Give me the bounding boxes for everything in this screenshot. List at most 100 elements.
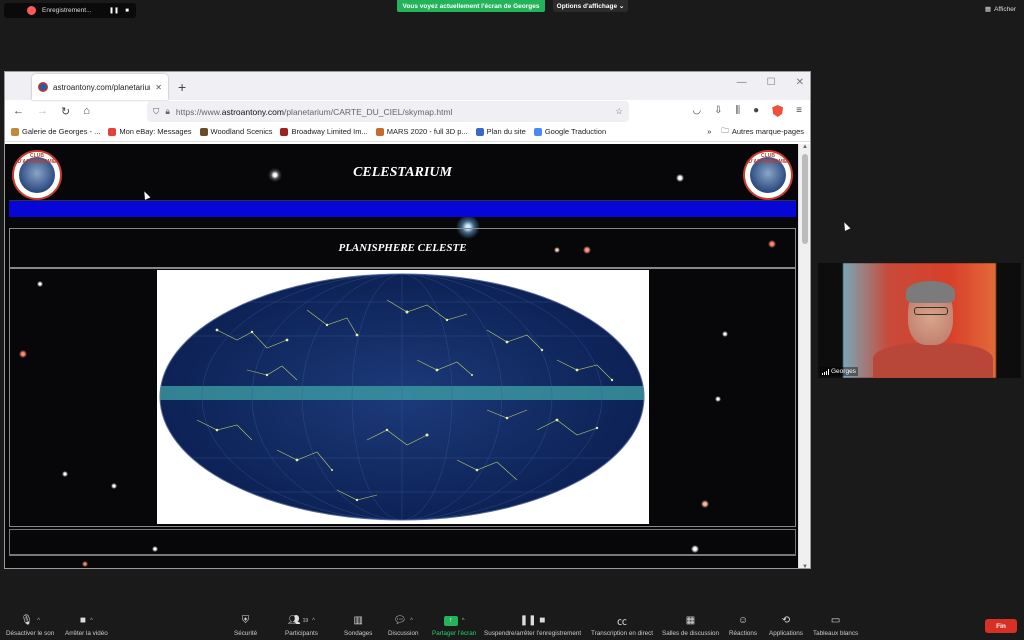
recording-icon — [27, 6, 36, 15]
pause-recording-button[interactable]: ❚❚ ■ Suspendre/arrêter l'enregistrement — [484, 614, 581, 637]
glasses — [914, 307, 948, 315]
zoom-screen-share-window: Enregistrement... ❚❚ ■ Vous voyez actuel… — [0, 0, 1024, 640]
apps-button[interactable]: ⟲ Applications — [769, 614, 803, 637]
recording-indicator: Enregistrement... ❚❚ ■ — [4, 3, 136, 18]
chat-button[interactable]: 💬︎ ^ Discussion — [388, 614, 418, 637]
sky-map-image[interactable] — [157, 270, 649, 524]
bookmark-star-icon[interactable]: ☆ — [615, 106, 623, 117]
whiteboards-button[interactable]: ▭ Tableaux blancs — [813, 614, 858, 637]
video-label: Arrêter la vidéo — [65, 630, 108, 637]
tracking-shield-icon[interactable]: ⛉ — [153, 106, 159, 117]
breakout-button[interactable]: ▦ Salles de discussion — [662, 614, 719, 637]
show-button[interactable]: ▦ Afficher — [985, 5, 1016, 14]
bookmark-item[interactable]: Google Traduction — [533, 127, 607, 136]
download-icon[interactable]: ⇩ — [714, 105, 722, 117]
maximize-icon[interactable]: ☐ — [767, 77, 776, 88]
end-meeting-button[interactable]: Fin — [985, 619, 1017, 633]
participants-label: Participants — [285, 630, 318, 637]
minimize-icon[interactable]: — — [737, 77, 747, 88]
browser-tab[interactable]: astroantony.com/planetarium/C ✕ — [32, 74, 168, 100]
pause-label: Suspendre/arrêter l'enregistrement — [484, 630, 582, 637]
new-tab-icon[interactable]: + — [178, 79, 186, 95]
url-path: /planetarium/CARTE_DU_CIEL/skymap.html — [283, 106, 453, 117]
url-domain: astroantony.com — [221, 106, 284, 117]
breakout-label: Salles de discussion — [662, 630, 720, 637]
url-prefix: https://www. — [175, 106, 222, 117]
home-icon[interactable]: ⌂ — [83, 105, 90, 117]
participant-name: Georges — [831, 368, 856, 375]
club-logo-right[interactable]: CLUB D'ASTRONOMIE — [743, 150, 793, 200]
chevron-more-icon[interactable]: » — [707, 127, 711, 136]
stop-recording-icon[interactable]: ■ — [123, 8, 131, 14]
scroll-down-icon[interactable]: ▼ — [799, 564, 810, 568]
bookmark-label: MARS 2020 - full 3D p... — [386, 127, 468, 136]
camera-icon: ■ ^ — [79, 615, 93, 626]
bookmark-item[interactable]: Mon eBay: Messages — [108, 127, 192, 136]
participant-video[interactable]: Georges — [818, 263, 1021, 378]
reload-icon[interactable]: ↻ — [61, 105, 70, 118]
polls-button[interactable]: ▥ Sondages — [344, 614, 372, 637]
other-bookmarks[interactable]: 🗀︎ Autres marque-pages — [721, 125, 804, 138]
view-options-button[interactable]: Options d'affichage ⌄ — [553, 0, 628, 12]
pause-recording-icon[interactable]: ❚❚ — [109, 7, 119, 14]
bookmark-item[interactable]: MARS 2020 - full 3D p... — [375, 127, 468, 136]
tab-title: astroantony.com/planetarium/C — [53, 82, 150, 92]
participant-name-tag: Georges — [820, 367, 858, 376]
share-screen-button[interactable]: ↑ ^ Partager l'écran — [432, 614, 476, 637]
chat-label: Discussion — [388, 630, 419, 637]
bookmark-item[interactable]: Broadway Limited Im... — [280, 127, 368, 136]
url-bar[interactable]: ⛉ 🔒︎ https://www.astroantony.com/planeta… — [147, 101, 629, 122]
forward-icon[interactable]: → — [37, 105, 48, 117]
window-controls: — ☐ ✕ — [737, 77, 804, 88]
chevron-down-icon: ⌄ — [617, 3, 625, 10]
menu-icon[interactable]: ≡ — [796, 105, 802, 117]
close-window-icon[interactable]: ✕ — [796, 77, 804, 88]
show-button-label: Afficher — [994, 5, 1016, 13]
transcript-label: Transcription en direct — [591, 630, 654, 637]
whiteboards-label: Tableaux blancs — [813, 630, 859, 637]
back-icon[interactable]: ← — [13, 105, 24, 117]
breakout-rooms-icon: ▦ — [685, 615, 696, 626]
bookmark-item[interactable]: Galerie de Georges - ... — [11, 127, 100, 136]
share-label: Partager l'écran — [432, 630, 477, 637]
reactions-button[interactable]: ☺ Réactions — [729, 614, 757, 637]
video-button[interactable]: ■ ^ Arrêter la vidéo — [65, 614, 108, 637]
library-icon[interactable]: ⫼ — [736, 105, 741, 117]
bookmark-label: Google Traduction — [544, 127, 607, 136]
zoom-toolbar: 🎙︎ ^ Désactiver le son ■ ^ Arrêter la vidé… — [0, 610, 1024, 640]
bookmarks-overflow: » 🗀︎ Autres marque-pages — [707, 125, 804, 138]
shield-icon: ⛨ — [241, 615, 250, 626]
page-scrollbar[interactable]: ▲ ▼ — [798, 144, 810, 568]
security-button[interactable]: ⛨ Sécurité — [234, 614, 257, 637]
bookmark-favicon-icon — [375, 127, 384, 136]
participants-button[interactable]: 👥︎ 19 ^ Participants — [285, 614, 318, 637]
bottom-section — [9, 529, 796, 555]
mute-label: Désactiver le son — [6, 630, 55, 637]
bookmark-favicon-icon — [11, 127, 19, 136]
brave-shield-icon[interactable] — [772, 105, 784, 117]
bottom-section-2 — [9, 555, 796, 568]
microphone-icon: 🎙︎ ^ — [20, 615, 40, 626]
transcript-button[interactable]: ㏄ Transcription en direct — [591, 614, 653, 637]
chat-icon: 💬︎ ^ — [393, 615, 413, 626]
scroll-up-icon[interactable]: ▲ — [799, 144, 810, 150]
sky-map-illustration — [159, 273, 645, 521]
section-title: PLANISPHERE CELESTE — [338, 242, 467, 254]
account-icon[interactable]: ● — [753, 105, 759, 117]
lock-icon[interactable]: 🔒︎ — [165, 106, 170, 117]
recording-label: Enregistrement... — [42, 7, 92, 14]
mute-button[interactable]: 🎙︎ ^ Désactiver le son — [6, 614, 54, 637]
close-tab-icon[interactable]: ✕ — [155, 83, 162, 92]
apps-label: Applications — [769, 630, 803, 637]
participant-hair — [906, 281, 955, 303]
bookmark-item[interactable]: Woodland Scenics — [199, 127, 272, 136]
bookmark-item[interactable]: Plan du site — [475, 127, 526, 136]
browser-extensions: ◡ ⇩ ⫼ ● ≡ — [692, 105, 802, 117]
pocket-icon[interactable]: ◡ — [692, 105, 701, 117]
mouse-cursor — [841, 221, 851, 231]
section-header: PLANISPHERE CELESTE — [9, 228, 796, 268]
signal-icon — [822, 368, 829, 375]
bookmark-favicon-icon — [108, 127, 117, 136]
club-logo-left[interactable]: CLUB D'ASTRONOMIE — [12, 150, 62, 200]
scroll-thumb[interactable] — [802, 154, 808, 244]
